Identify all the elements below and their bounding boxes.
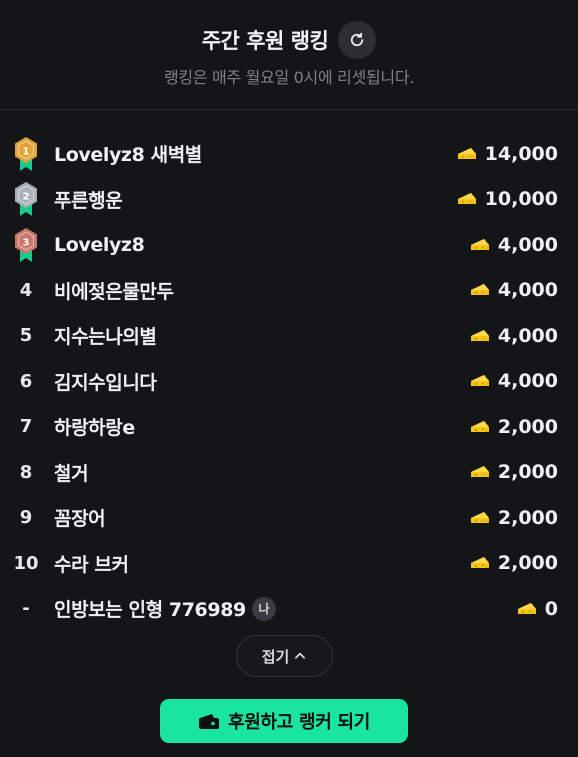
donor-name-text: 비에젖은물만두 bbox=[54, 280, 174, 303]
fold-button[interactable]: 접기 bbox=[236, 635, 333, 677]
donate-rank-button[interactable]: 후원하고 랭커 되기 bbox=[160, 699, 408, 743]
title-row: 주간 후원 랭킹 bbox=[0, 21, 578, 59]
ranking-row: 3 Lovelyz8 4,000 bbox=[0, 222, 578, 268]
rank-number: 9 bbox=[19, 507, 33, 529]
donor-name-text: 지수는나의별 bbox=[54, 326, 157, 349]
cheese-icon bbox=[470, 282, 490, 298]
donation-amount-value: 14,000 bbox=[484, 142, 558, 165]
svg-text:1: 1 bbox=[23, 146, 30, 157]
donor-name: 지수는나의별 bbox=[54, 322, 157, 349]
reset-notice: 랭킹은 매주 월요일 0시에 리셋됩니다. bbox=[163, 68, 415, 87]
donor-name: 하랑하랑e bbox=[54, 413, 135, 440]
cheese-icon bbox=[470, 464, 490, 480]
ranking-row: 1 Lovelyz8 새벽별 14,000 bbox=[0, 131, 578, 177]
ranking-row: 6 김지수입니다 4,000 bbox=[0, 359, 578, 405]
donor-name-text: 인방보는 인형 776989 bbox=[54, 599, 246, 622]
rank-number: 7 bbox=[19, 416, 33, 438]
me-badge: 나 bbox=[251, 596, 276, 621]
donation-amount: 4,000 bbox=[470, 370, 558, 392]
rank-number: 8 bbox=[19, 461, 33, 483]
silver-medal-icon: 2 bbox=[8, 177, 44, 223]
ranking-row: 10 수라 브커 2,000 bbox=[0, 541, 578, 587]
ranking-row: 2 푸른행운 10,000 bbox=[0, 177, 578, 223]
rank-number: 5 bbox=[19, 325, 33, 347]
fold-label: 접기 bbox=[261, 647, 290, 666]
refresh-icon bbox=[351, 32, 364, 47]
ranking-row: 8 철거 2,000 bbox=[0, 450, 578, 496]
donor-name: 꼼장어 bbox=[54, 504, 106, 531]
donor-name-text: 철거 bbox=[54, 462, 89, 485]
rank-number: 10 bbox=[13, 552, 39, 574]
donor-name-text: 푸른행운 bbox=[54, 189, 123, 212]
donation-amount-value: 2,000 bbox=[497, 415, 558, 438]
cheese-icon bbox=[470, 328, 490, 344]
ranking-row: - 인방보는 인형 776989 나 0 bbox=[0, 586, 578, 632]
donor-name-text: 김지수입니다 bbox=[54, 371, 157, 394]
svg-text:2: 2 bbox=[23, 192, 30, 203]
donation-amount-value: 0 bbox=[544, 597, 558, 620]
cheese-wallet-icon bbox=[198, 714, 219, 729]
donation-amount-value: 10,000 bbox=[484, 188, 558, 211]
donor-name: 비에젖은물만두 bbox=[54, 277, 174, 304]
cheese-icon bbox=[457, 191, 477, 207]
donor-name-text: 하랑하랑e bbox=[54, 417, 135, 440]
rank-number: 4 bbox=[19, 279, 33, 301]
donor-name: Lovelyz8 bbox=[54, 233, 145, 256]
ranking-row: 7 하랑하랑e 2,000 bbox=[0, 404, 578, 450]
ranking-row: 9 꼼장어 2,000 bbox=[0, 495, 578, 541]
donation-amount: 0 bbox=[517, 598, 558, 620]
donation-amount-value: 4,000 bbox=[497, 370, 558, 393]
donation-amount-value: 4,000 bbox=[497, 233, 558, 256]
refresh-button[interactable] bbox=[338, 21, 377, 59]
donor-name: Lovelyz8 새벽별 bbox=[54, 140, 202, 167]
donor-name: 푸른행운 bbox=[54, 186, 123, 213]
donation-amount-value: 2,000 bbox=[497, 506, 558, 529]
donor-name-text: Lovelyz8 bbox=[54, 233, 145, 256]
cheese-icon bbox=[470, 373, 490, 389]
chevron-up-icon bbox=[295, 652, 306, 659]
donation-amount-value: 4,000 bbox=[497, 324, 558, 347]
rank-number: 6 bbox=[19, 370, 33, 392]
donor-name: 철거 bbox=[54, 459, 89, 486]
donor-name-text: Lovelyz8 새벽별 bbox=[54, 144, 202, 167]
cheese-icon bbox=[517, 601, 537, 617]
rank-number: - bbox=[22, 598, 30, 620]
donor-name: 수라 브커 bbox=[54, 550, 129, 577]
donor-name: 김지수입니다 bbox=[54, 368, 157, 395]
donation-amount: 2,000 bbox=[470, 416, 558, 438]
page-title: 주간 후원 랭킹 bbox=[201, 29, 329, 53]
svg-text:3: 3 bbox=[23, 237, 30, 248]
donation-amount: 14,000 bbox=[457, 143, 558, 165]
cheese-icon bbox=[470, 555, 490, 571]
ranking-list: 1 Lovelyz8 새벽별 14,000 2 푸른행운 10,000 3 Lovelyz8 4… bbox=[0, 131, 578, 632]
donation-amount-value: 2,000 bbox=[497, 552, 558, 575]
cheese-icon bbox=[470, 419, 490, 435]
ranking-header: 주간 후원 랭킹 랭킹은 매주 월요일 0시에 리셋됩니다. bbox=[0, 0, 578, 110]
donation-amount: 2,000 bbox=[470, 552, 558, 574]
cta-label: 후원하고 랭커 되기 bbox=[227, 712, 370, 733]
donation-amount: 10,000 bbox=[457, 188, 558, 210]
donation-amount: 2,000 bbox=[470, 461, 558, 483]
cheese-icon bbox=[470, 237, 490, 253]
donation-amount: 4,000 bbox=[470, 279, 558, 301]
bronze-medal-icon: 3 bbox=[8, 222, 44, 268]
ranking-row: 5 지수는나의별 4,000 bbox=[0, 313, 578, 359]
donor-name-text: 수라 브커 bbox=[54, 553, 129, 576]
ranking-row: 4 비에젖은물만두 4,000 bbox=[0, 268, 578, 314]
donor-name: 인방보는 인형 776989 나 bbox=[54, 595, 276, 622]
cheese-icon bbox=[470, 510, 490, 526]
donation-amount: 4,000 bbox=[470, 325, 558, 347]
gold-medal-icon: 1 bbox=[8, 131, 44, 177]
donation-amount: 4,000 bbox=[470, 234, 558, 256]
donor-name-text: 꼼장어 bbox=[54, 508, 106, 531]
donation-amount: 2,000 bbox=[470, 507, 558, 529]
donation-amount-value: 4,000 bbox=[497, 279, 558, 302]
cheese-icon bbox=[457, 146, 477, 162]
donation-amount-value: 2,000 bbox=[497, 461, 558, 484]
